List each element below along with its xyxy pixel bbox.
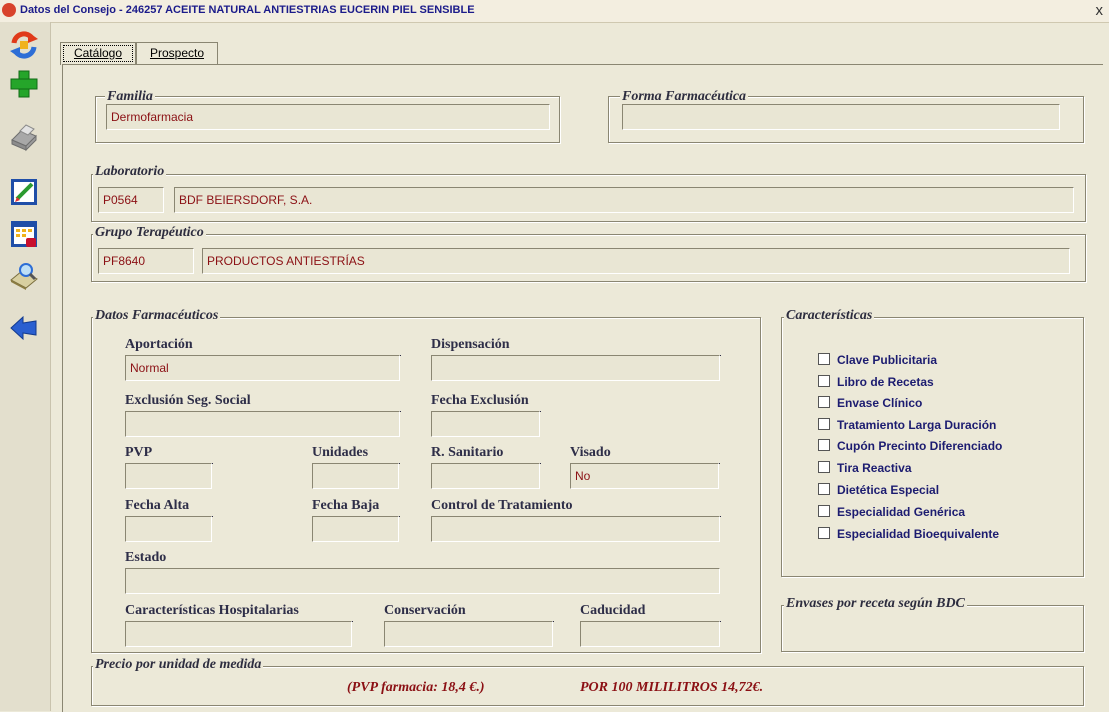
checkbox-box[interactable] [818,439,830,451]
left-toolbar [0,22,51,711]
checkbox-tira-reactiva[interactable]: Tira Reactiva [818,461,912,475]
fecha-baja-field[interactable] [312,516,399,542]
checkbox-label: Cupón Precinto Diferenciado [837,439,1003,453]
forma-legend: Forma Farmacéutica [620,89,749,105]
visado-label: Visado [570,445,720,464]
checkbox-especialidad-bioequivalente[interactable]: Especialidad Bioequivalente [818,527,999,541]
back-arrow-icon [10,315,37,341]
exclusion-field[interactable] [125,411,400,437]
checkbox-label: Clave Publicitaria [837,353,938,367]
grupo-name-field[interactable]: PRODUCTOS ANTIESTRÍAS [202,248,1070,274]
checkbox-dietetica-especial[interactable]: Dietética Especial [818,483,939,497]
laboratorio-legend: Laboratorio [93,164,167,180]
laboratorio-code-field[interactable]: P0564 [98,187,164,213]
close-button[interactable]: x [1096,2,1104,19]
aportacion-label: Aportación [125,337,401,356]
add-icon [10,70,38,98]
forma-field[interactable] [622,104,1060,130]
fecha-exclusion-field[interactable] [431,411,540,437]
conservacion-field[interactable] [384,621,553,647]
print-icon [11,124,37,152]
dispensacion-label: Dispensación [431,337,721,356]
checkbox-box[interactable] [818,396,830,408]
control-field[interactable] [431,516,720,542]
checkbox-label: Especialidad Genérica [837,505,966,519]
checkbox-label: Tira Reactiva [837,461,912,475]
familia-legend: Familia [105,89,155,105]
grupo-code-field[interactable]: PF8640 [98,248,194,274]
window-title: Datos del Consejo - 246257 ACEITE NATURA… [20,4,475,16]
fecha-alta-field[interactable] [125,516,212,542]
pvp-label: PVP [125,445,213,464]
checkbox-especialidad-generica[interactable]: Especialidad Genérica [818,505,965,519]
checkbox-libro-recetas[interactable]: Libro de Recetas [818,375,934,389]
caducidad-label: Caducidad [580,603,721,622]
exclusion-label: Exclusión Seg. Social [125,393,401,412]
checkbox-envase-clinico[interactable]: Envase Clínico [818,396,922,410]
calendar-button[interactable] [8,218,40,250]
grupo-legend: Grupo Terapéutico [93,225,206,241]
fecha-exclusion-label: Fecha Exclusión [431,393,541,412]
r-sanitario-label: R. Sanitario [431,445,541,464]
precio-por-100-text: POR 100 MILILITROS 14,72€. [580,680,764,695]
refresh-button[interactable] [8,29,40,61]
datos-legend: Datos Farmacéuticos [93,308,221,324]
checkbox-box[interactable] [818,527,830,539]
r-sanitario-field[interactable] [431,463,540,489]
visado-field[interactable]: No [570,463,719,489]
hospitalarias-field[interactable] [125,621,352,647]
unidades-label: Unidades [312,445,400,464]
checkbox-box[interactable] [818,418,830,430]
checkbox-clave-publicitaria[interactable]: Clave Publicitaria [818,353,937,367]
app-icon [2,3,16,17]
tab-catalogo[interactable]: Catálogo [60,42,136,65]
caducidad-field[interactable] [580,621,720,647]
edit-document-icon [11,179,37,205]
checkbox-label: Libro de Recetas [837,375,934,389]
checkbox-box[interactable] [818,461,830,473]
control-label: Control de Tratamiento [431,498,721,517]
precio-legend: Precio por unidad de medida [93,657,264,673]
checkbox-tratamiento-larga-duracion[interactable]: Tratamiento Larga Duración [818,418,996,432]
unidades-field[interactable] [312,463,399,489]
checkbox-box[interactable] [818,483,830,495]
caracteristicas-legend: Características [784,308,875,324]
back-button[interactable] [8,312,40,344]
checkbox-label: Tratamiento Larga Duración [837,418,997,432]
fecha-alta-label: Fecha Alta [125,498,213,517]
estado-field[interactable] [125,568,720,594]
pvp-field[interactable] [125,463,212,489]
print-button[interactable] [8,122,40,154]
checkbox-cupon-precinto[interactable]: Cupón Precinto Diferenciado [818,439,1002,453]
estado-label: Estado [125,550,167,565]
checkbox-label: Envase Clínico [837,396,923,410]
checkbox-box[interactable] [818,353,830,365]
familia-field[interactable]: Dermofarmacia [106,104,550,130]
search-book-button[interactable] [8,260,40,292]
search-book-icon [10,263,38,290]
fecha-baja-label: Fecha Baja [312,498,400,517]
laboratorio-name-field[interactable]: BDF BEIERSDORF, S.A. [174,187,1074,213]
conservacion-label: Conservación [384,603,554,622]
checkbox-box[interactable] [818,375,830,387]
calendar-icon [11,221,37,247]
envases-group [781,605,1084,652]
refresh-icon [10,31,38,59]
tab-prospecto[interactable]: Prospecto [136,42,218,65]
edit-document-button[interactable] [8,176,40,208]
envases-legend: Envases por receta según BDC [784,596,967,612]
aportacion-field[interactable]: Normal [125,355,400,381]
checkbox-box[interactable] [818,505,830,517]
hospitalarias-label: Características Hospitalarias [125,603,353,622]
checkbox-label: Dietética Especial [837,483,940,497]
title-bar: Datos del Consejo - 246257 ACEITE NATURA… [0,0,1109,23]
dispensacion-field[interactable] [431,355,720,381]
pvp-farmacia-text: (PVP farmacia: 18,4 €.) [347,680,485,695]
add-button[interactable] [8,68,40,100]
checkbox-label: Especialidad Bioequivalente [837,527,1000,541]
